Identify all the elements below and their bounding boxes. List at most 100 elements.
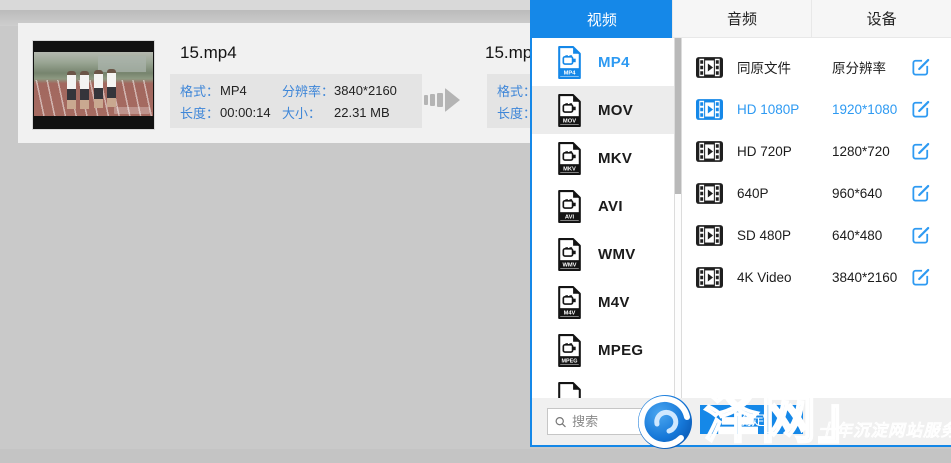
format-label: 格式： (180, 81, 220, 100)
edit-preset-button[interactable] (910, 99, 931, 120)
thumbnail-person (94, 70, 103, 108)
edit-icon (910, 57, 931, 78)
popup-body: MP4 MP4 MOV MOV (532, 38, 951, 398)
search-input[interactable] (572, 414, 653, 429)
file-type-icon: MOV (556, 93, 583, 128)
edit-icon (910, 141, 931, 162)
window-bottom-strip (0, 449, 951, 463)
file-type-icon (556, 381, 583, 399)
preset-row-hd720p[interactable]: HD 720P 1280*720 (682, 130, 951, 172)
thumbnail-person (80, 71, 89, 109)
file-type-icon: M4V (556, 285, 583, 320)
svg-text:AVI: AVI (565, 214, 575, 220)
preset-name: 4K Video (737, 270, 832, 285)
edit-preset-button[interactable] (910, 183, 931, 204)
format-item-label: MOV (598, 102, 633, 119)
film-strip-icon (696, 141, 723, 162)
film-strip-icon (696, 183, 723, 204)
tab-audio[interactable]: 音频 (672, 0, 812, 38)
format-item-m4v[interactable]: M4V M4V (532, 278, 674, 326)
format-item-avi[interactable]: AVI AVI (532, 182, 674, 230)
format-item-label: MKV (598, 150, 632, 167)
video-thumbnail (32, 40, 155, 130)
format-item-label: WMV (598, 246, 636, 263)
preset-panel: 同原文件 原分辨率 (682, 38, 951, 398)
preset-resolution: 1280*720 (832, 144, 910, 159)
preset-name: SD 480P (737, 228, 832, 243)
file-type-icon: MKV (556, 141, 583, 176)
edit-icon (910, 267, 931, 288)
thumbnail-person (107, 69, 116, 107)
format-item-label: AVI (598, 198, 623, 215)
file-type-icon: MPEG (556, 333, 583, 368)
tab-video[interactable]: 视频 (532, 0, 672, 38)
duration-value: 00:00:14 (220, 105, 282, 120)
format-item-label: M4V (598, 294, 630, 311)
size-label: 大小： (282, 103, 334, 122)
preset-row-hd1080p[interactable]: HD 1080P 1920*1080 (682, 88, 951, 130)
convert-arrow-icon (424, 88, 464, 112)
svg-text:MPEG: MPEG (561, 358, 577, 364)
edit-preset-button[interactable] (910, 57, 931, 78)
popup-footer: 确定 (532, 398, 951, 445)
film-strip-icon (696, 267, 723, 288)
thumbnail-watermark (114, 107, 150, 114)
duration-label: 长度： (180, 103, 220, 122)
format-list-scrollbar[interactable] (674, 38, 682, 398)
svg-text:MP4: MP4 (564, 70, 577, 76)
preset-name: HD 1080P (737, 102, 832, 117)
edit-icon (910, 183, 931, 204)
search-icon (554, 414, 567, 430)
film-strip-icon (696, 99, 723, 120)
svg-text:MKV: MKV (563, 166, 576, 172)
format-item-mpeg[interactable]: MPEG MPEG (532, 326, 674, 374)
preset-resolution: 1920*1080 (832, 102, 910, 117)
file-type-icon: AVI (556, 189, 583, 224)
source-file-title: 15.mp4 (180, 43, 237, 63)
format-item-mkv[interactable]: MKV MKV (532, 134, 674, 182)
preset-row-original[interactable]: 同原文件 原分辨率 (682, 46, 951, 88)
film-strip-icon (696, 57, 723, 78)
size-value: 22.31 MB (334, 105, 422, 120)
svg-text:MOV: MOV (563, 118, 576, 124)
edit-preset-button[interactable] (910, 225, 931, 246)
file-type-icon: MP4 (556, 45, 583, 80)
file-type-icon: WMV (556, 237, 583, 272)
preset-resolution: 原分辨率 (832, 57, 910, 77)
search-box[interactable] (547, 408, 660, 435)
source-file-info: 格式： MP4 分辨率： 3840*2160 长度： 00:00:14 大小： … (170, 74, 422, 128)
format-item-mov[interactable]: MOV MOV (532, 86, 674, 134)
format-list: MP4 MP4 MOV MOV (532, 38, 674, 398)
preset-resolution: 960*640 (832, 186, 910, 201)
preset-resolution: 640*480 (832, 228, 910, 243)
format-item-label: MP4 (598, 54, 630, 71)
thumbnail-person (67, 71, 76, 109)
film-strip-icon (696, 225, 723, 246)
edit-icon (910, 99, 931, 120)
preset-name: 640P (737, 186, 832, 201)
popup-tabs: 视频 音频 设备 (532, 0, 951, 38)
confirm-button[interactable]: 确定 (700, 405, 803, 434)
svg-text:WMV: WMV (562, 262, 576, 268)
resolution-label: 分辨率： (282, 81, 334, 100)
output-format-popup: 视频 音频 设备 MP4 MP4 (530, 0, 951, 447)
format-item-label: MPEG (598, 342, 643, 359)
preset-name: HD 720P (737, 144, 832, 159)
scrollbar-thumb[interactable] (675, 38, 681, 194)
preset-resolution: 3840*2160 (832, 270, 910, 285)
format-item-mp4[interactable]: MP4 MP4 (532, 38, 674, 86)
format-item-wmv[interactable]: WMV WMV (532, 230, 674, 278)
preset-row-4k[interactable]: 4K Video 3840*2160 (682, 256, 951, 298)
format-value: MP4 (220, 83, 282, 98)
tab-device[interactable]: 设备 (811, 0, 951, 38)
svg-text:M4V: M4V (564, 310, 576, 316)
resolution-value: 3840*2160 (334, 83, 422, 98)
preset-row-sd480p[interactable]: SD 480P 640*480 (682, 214, 951, 256)
preset-name: 同原文件 (737, 57, 832, 77)
thumbnail-building (98, 56, 146, 73)
edit-preset-button[interactable] (910, 141, 931, 162)
format-item-partial[interactable] (532, 374, 674, 398)
edit-preset-button[interactable] (910, 267, 931, 288)
preset-row-640p[interactable]: 640P 960*640 (682, 172, 951, 214)
app-window: 15.mp4 格式： MP4 分辨率： 3840*2160 长度： 00:00:… (0, 0, 951, 463)
